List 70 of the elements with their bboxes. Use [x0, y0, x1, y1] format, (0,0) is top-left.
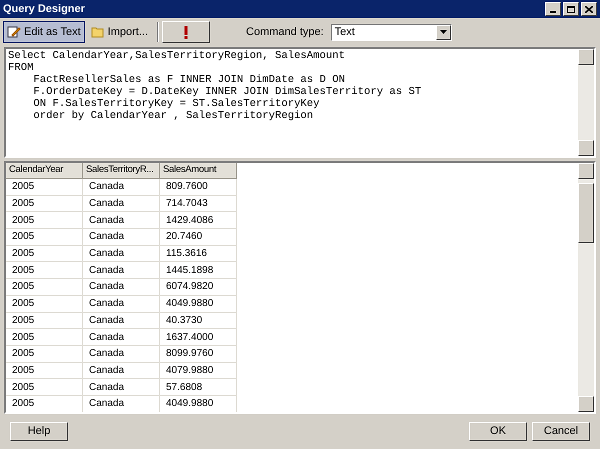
- table-cell: 40.3730: [160, 312, 237, 330]
- exclamation-icon: [184, 26, 188, 38]
- table-cell: 1429.4086: [160, 212, 237, 230]
- table-cell: 2005: [6, 396, 83, 412]
- table-cell: 115.3616: [160, 246, 237, 262]
- table-cell: 1637.4000: [160, 329, 237, 346]
- run-button[interactable]: [162, 21, 210, 43]
- table-cell: 2005: [6, 312, 83, 330]
- table-cell: Canada: [83, 246, 160, 262]
- pencil-document-icon: [7, 25, 21, 39]
- table-cell: Canada: [83, 362, 160, 380]
- table-cell: Canada: [83, 396, 160, 412]
- table-cell: 2005: [6, 246, 83, 262]
- table-cell: 20.7460: [160, 229, 237, 246]
- table-cell: 2005: [6, 262, 83, 280]
- ok-button[interactable]: OK: [469, 422, 527, 441]
- close-button[interactable]: [581, 2, 597, 16]
- table-cell: Canada: [83, 312, 160, 330]
- table-cell: 2005: [6, 379, 83, 396]
- query-line: FactResellerSales as F INNER JOIN DimDate as D ON: [32, 74, 346, 86]
- table-cell: 1445.1898: [160, 262, 237, 280]
- help-button[interactable]: Help: [10, 422, 68, 441]
- table-cell: Canada: [83, 279, 160, 296]
- column-header[interactable]: CalendarYear: [6, 163, 83, 179]
- command-type-dropdown[interactable]: Text: [330, 24, 452, 40]
- column-header[interactable]: SalesAmount: [160, 163, 237, 179]
- query-editor[interactable]: [4, 47, 596, 158]
- table-cell: 2005: [6, 212, 83, 230]
- cancel-button[interactable]: Cancel: [532, 422, 590, 441]
- table-cell: 2005: [6, 179, 83, 196]
- scrollbar[interactable]: [578, 163, 594, 412]
- table-cell: Canada: [83, 296, 160, 312]
- close-icon: [585, 6, 593, 12]
- table-cell: 8099.9760: [160, 346, 237, 363]
- query-line: Select CalendarYear,SalesTerritoryRegion, SalesAmount: [8, 50, 346, 62]
- minimize-button[interactable]: [545, 2, 561, 16]
- table-cell: Canada: [83, 379, 160, 396]
- table-cell: Canada: [83, 346, 160, 363]
- query-line: ON F.SalesTerritoryKey = ST.SalesTerritoryKey: [32, 98, 321, 110]
- scrollbar[interactable]: [578, 49, 594, 156]
- table-cell: Canada: [83, 179, 160, 196]
- folder-icon: [90, 26, 105, 38]
- query-line: FROM: [8, 62, 34, 74]
- column-header[interactable]: SalesTerritoryR...: [83, 163, 160, 179]
- table-cell: 2005: [6, 296, 83, 312]
- table-cell: 2005: [6, 329, 83, 346]
- table-cell: 6074.9820: [160, 279, 237, 296]
- import-button[interactable]: Import...: [86, 21, 152, 43]
- table-cell: Canada: [83, 196, 160, 212]
- table-cell: Canada: [83, 262, 160, 280]
- table-cell: 2005: [6, 229, 83, 246]
- window-title: Query Designer: [3, 2, 85, 17]
- maximize-button[interactable]: [563, 2, 579, 16]
- command-type-label: Command type:: [246, 24, 324, 40]
- table-cell: 714.7043: [160, 196, 237, 212]
- table-cell: 4049.9880: [160, 396, 237, 412]
- query-line: F.OrderDateKey = D.DateKey INNER JOIN DimSalesTerritory as ST: [32, 86, 422, 98]
- table-cell: 809.7600: [160, 179, 237, 196]
- table-cell: 57.6808: [160, 379, 237, 396]
- table-cell: 2005: [6, 279, 83, 296]
- edit-button[interactable]: Edit as Text: [3, 21, 85, 43]
- table-cell: 4079.9880: [160, 362, 237, 380]
- table-cell: Canada: [83, 229, 160, 246]
- table-cell: 2005: [6, 362, 83, 380]
- query-line: order by CalendarYear , SalesTerritoryRegion: [32, 110, 314, 122]
- table-cell: Canada: [83, 212, 160, 230]
- table-cell: 2005: [6, 196, 83, 212]
- table-cell: Canada: [83, 329, 160, 346]
- table-cell: 4049.9880: [160, 296, 237, 312]
- table-cell: 2005: [6, 346, 83, 363]
